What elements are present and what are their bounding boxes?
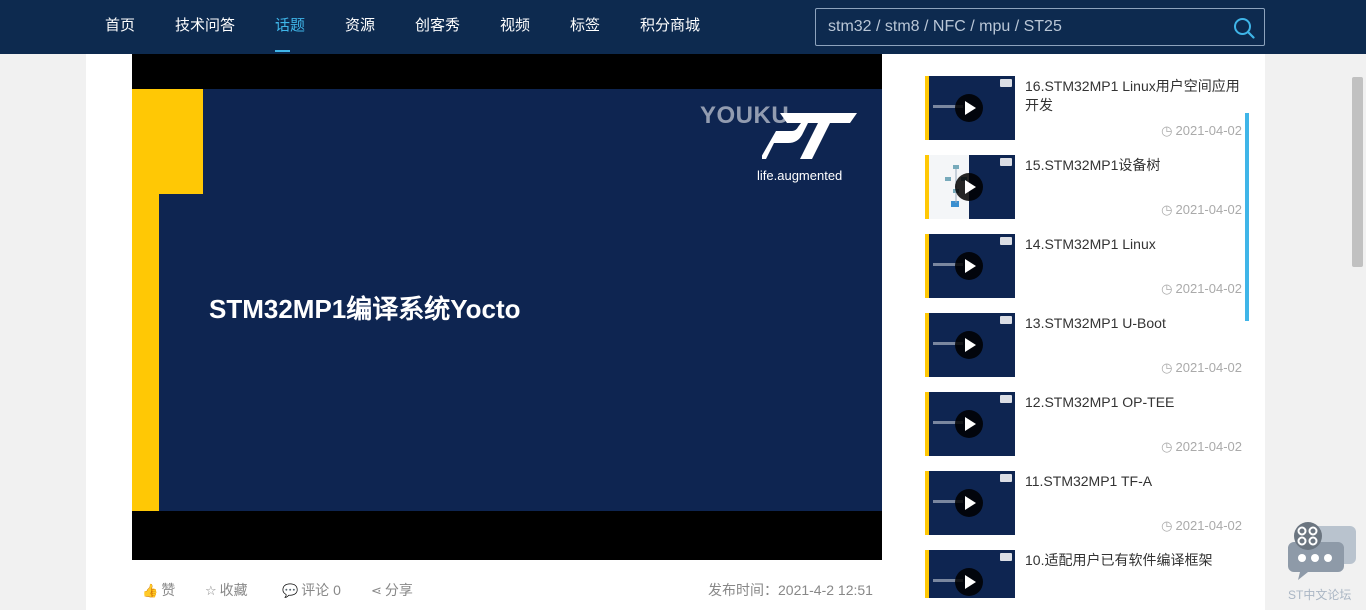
video-date: ◷ 2021-04-02 [1161,281,1242,296]
video-thumbnail[interactable] [925,234,1015,298]
st-logo-icon [762,113,857,159]
video-date: ◷ 2021-04-02 [1161,439,1242,454]
video-date: ◷ 2021-04-02 [1161,123,1242,138]
nav-item-tags[interactable]: 标签 [570,16,600,36]
sidebar-scrollbar[interactable] [1245,113,1249,321]
related-videos-list: 16.STM32MP1 Linux用户空间应用开发 ◷ 2021-04-02 15… [925,54,1245,598]
nav-item-topics[interactable]: 话题 [275,16,305,36]
clock-icon: ◷ [1161,518,1173,533]
play-icon[interactable] [955,252,983,280]
video-thumbnail[interactable] [925,76,1015,140]
share-button[interactable]: ⋖ 分享 [371,580,413,600]
nav-item-points-mall[interactable]: 积分商城 [640,16,700,36]
clock-icon: ◷ [1161,439,1173,454]
clock-icon: ◷ [1161,281,1173,296]
play-icon[interactable] [955,568,983,596]
nav-item-resources[interactable]: 资源 [345,16,375,36]
clock-icon: ◷ [1161,202,1173,217]
video-thumbnail[interactable] [925,471,1015,535]
video-player[interactable]: YOUKU life.augmented STM32MP1编译系统Yocto [132,54,882,560]
play-icon[interactable] [955,489,983,517]
play-icon[interactable] [955,410,983,438]
clock-icon: ◷ [1161,360,1173,375]
nav-item-tech-qa[interactable]: 技术问答 [175,16,235,36]
logo-tagline: life.augmented [757,168,843,183]
video-title[interactable]: 13.STM32MP1 U-Boot [1025,314,1245,333]
thumbs-up-icon: 👍 [142,583,159,598]
star-icon: ☆ [205,583,217,598]
list-item[interactable]: 11.STM32MP1 TF-A ◷ 2021-04-02 [925,471,1245,535]
nav-item-home[interactable]: 首页 [105,16,135,36]
slide-title: STM32MP1编译系统Yocto [209,294,521,324]
video-title[interactable]: 11.STM32MP1 TF-A [1025,472,1245,491]
comment-icon: 💬 [282,583,299,598]
nav-item-video[interactable]: 视频 [500,16,530,36]
share-icon: ⋖ [371,583,382,598]
list-item[interactable]: 14.STM32MP1 Linux ◷ 2021-04-02 [925,234,1245,298]
search-box [815,8,1265,46]
forum-label[interactable]: ST中文论坛 [1288,586,1351,603]
video-date: ◷ 2021-04-02 [1161,518,1242,533]
publish-time: 发布时间：2021-4-2 12:51 [708,582,873,598]
list-item[interactable]: 13.STM32MP1 U-Boot ◷ 2021-04-02 [925,313,1245,377]
search-input[interactable] [828,15,1228,39]
list-item[interactable]: 15.STM32MP1设备树 ◷ 2021-04-02 [925,155,1245,219]
video-title[interactable]: 14.STM32MP1 Linux [1025,235,1245,254]
favorite-button[interactable]: ☆ 收藏 [205,580,248,600]
play-icon[interactable] [955,331,983,359]
video-title[interactable]: 10.适配用户已有软件编译框架 [1025,551,1245,570]
clock-icon: ◷ [1161,123,1173,138]
active-tab-indicator [275,50,290,52]
list-item[interactable]: 16.STM32MP1 Linux用户空间应用开发 ◷ 2021-04-02 [925,76,1245,140]
video-thumbnail[interactable] [925,392,1015,456]
video-date: ◷ 2021-04-02 [1161,202,1242,217]
play-icon[interactable] [955,94,983,122]
top-navigation: 首页 技术问答 话题 资源 创客秀 视频 标签 积分商城 [0,0,1366,54]
nav-item-maker-show[interactable]: 创客秀 [415,16,460,36]
play-icon[interactable] [955,173,983,201]
video-title[interactable]: 12.STM32MP1 OP-TEE [1025,393,1245,412]
video-frame: YOUKU life.augmented STM32MP1编译系统Yocto [132,89,882,511]
list-item[interactable]: 10.适配用户已有软件编译框架 [925,550,1245,598]
video-thumbnail[interactable] [925,313,1015,377]
list-item[interactable]: 12.STM32MP1 OP-TEE ◷ 2021-04-02 [925,392,1245,456]
video-title[interactable]: 15.STM32MP1设备树 [1025,156,1245,175]
video-thumbnail[interactable] [925,155,1015,219]
like-button[interactable]: 👍 赞 [142,580,175,600]
video-title[interactable]: 16.STM32MP1 Linux用户空间应用开发 [1025,77,1245,115]
forum-chat-icon[interactable] [1288,520,1358,580]
search-icon[interactable] [1233,17,1255,39]
slide-yellow-bar [132,89,159,511]
video-thumbnail[interactable] [925,550,1015,598]
comment-button[interactable]: 💬 评论 0 [282,580,341,600]
page-scrollbar-thumb[interactable] [1352,77,1363,267]
video-date: ◷ 2021-04-02 [1161,360,1242,375]
